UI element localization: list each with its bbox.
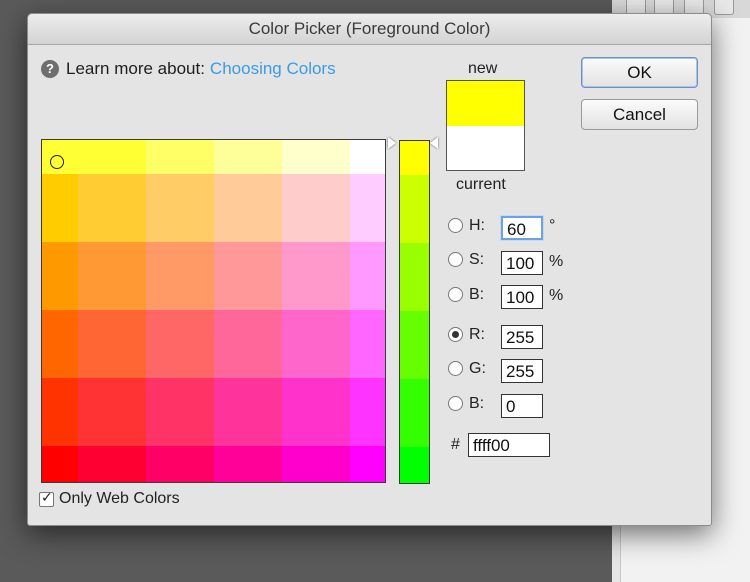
color-swatch[interactable] <box>78 174 146 242</box>
color-swatch[interactable] <box>78 140 146 174</box>
b-unit: % <box>549 287 564 304</box>
hue-strip-segment[interactable] <box>400 243 429 311</box>
color-swatch[interactable] <box>78 378 146 446</box>
hue-slider[interactable] <box>399 140 430 484</box>
s-label: S: <box>469 251 485 268</box>
new-color-swatch <box>447 81 524 126</box>
help-row: ? Learn more about: Choosing Colors <box>41 57 336 81</box>
color-swatch[interactable] <box>146 310 214 378</box>
color-swatch[interactable] <box>42 174 78 242</box>
g-input[interactable]: 255 <box>501 359 543 383</box>
hue-strip-segment[interactable] <box>400 141 429 175</box>
color-swatch[interactable] <box>214 242 282 310</box>
h-input[interactable]: 60 <box>501 216 543 240</box>
r-radio[interactable] <box>448 327 463 342</box>
color-swatch[interactable] <box>146 174 214 242</box>
color-swatch[interactable] <box>214 174 282 242</box>
s-radio[interactable] <box>448 252 463 267</box>
color-swatch[interactable] <box>282 140 350 174</box>
help-prefix: Learn more about: <box>66 59 205 78</box>
color-swatch[interactable] <box>350 174 385 242</box>
blue-label: B: <box>469 395 485 412</box>
color-swatch[interactable] <box>282 174 350 242</box>
color-swatch[interactable] <box>146 446 214 482</box>
blue-radio[interactable] <box>448 396 463 411</box>
field-selection-marker[interactable] <box>50 155 64 169</box>
current-color-swatch[interactable] <box>447 126 524 170</box>
color-swatch[interactable] <box>214 140 282 174</box>
b-label: B: <box>469 286 485 303</box>
color-swatch[interactable] <box>350 140 385 174</box>
color-swatch[interactable] <box>146 242 214 310</box>
color-swatch[interactable] <box>282 242 350 310</box>
help-icon[interactable]: ? <box>41 60 59 78</box>
s-input[interactable]: 100 <box>501 251 543 275</box>
field-slider-handle-left[interactable] <box>388 137 396 149</box>
color-swatch[interactable] <box>78 446 146 482</box>
b-input[interactable]: 100 <box>501 285 543 309</box>
current-label: current <box>456 176 506 193</box>
g-radio[interactable] <box>448 361 463 376</box>
h-label: H: <box>469 217 485 234</box>
hex-label: # <box>451 436 460 453</box>
hex-input[interactable]: ffff00 <box>468 433 550 457</box>
color-swatch[interactable] <box>350 378 385 446</box>
color-swatch[interactable] <box>214 446 282 482</box>
r-label: R: <box>469 326 485 343</box>
ok-button[interactable]: OK <box>581 57 698 88</box>
color-swatch[interactable] <box>282 446 350 482</box>
color-swatch[interactable] <box>42 378 78 446</box>
color-swatch[interactable] <box>214 310 282 378</box>
blue-input[interactable]: 0 <box>501 394 543 418</box>
color-swatch[interactable] <box>146 378 214 446</box>
color-swatch[interactable] <box>78 310 146 378</box>
hue-strip-segment[interactable] <box>400 379 429 447</box>
s-unit: % <box>549 253 564 270</box>
color-swatch[interactable] <box>350 446 385 482</box>
cancel-button[interactable]: Cancel <box>581 99 698 130</box>
color-swatch[interactable] <box>282 378 350 446</box>
b-radio[interactable] <box>448 287 463 302</box>
h-unit: ° <box>549 217 556 234</box>
only-web-colors-checkbox[interactable] <box>39 490 54 507</box>
hue-strip-segment[interactable] <box>400 175 429 243</box>
color-swatch[interactable] <box>350 310 385 378</box>
bg-tool-icon-4 <box>714 0 734 15</box>
color-swatch[interactable] <box>42 242 78 310</box>
color-swatch[interactable] <box>78 242 146 310</box>
new-label: new <box>468 60 498 77</box>
choosing-colors-link[interactable]: Choosing Colors <box>210 59 336 79</box>
color-swatch[interactable] <box>42 310 78 378</box>
g-label: G: <box>469 360 486 377</box>
hue-slider-handle[interactable] <box>430 137 438 149</box>
color-preview <box>446 80 525 171</box>
color-swatch[interactable] <box>42 446 78 482</box>
color-swatch[interactable] <box>146 140 214 174</box>
only-web-colors-label: Only Web Colors <box>59 490 180 507</box>
hue-strip-segment[interactable] <box>400 447 429 483</box>
dialog-title: Color Picker (Foreground Color) <box>28 14 711 45</box>
h-radio[interactable] <box>448 218 463 233</box>
color-picker-dialog: Color Picker (Foreground Color) ? Learn … <box>27 13 712 526</box>
hue-strip-segment[interactable] <box>400 311 429 379</box>
color-swatch[interactable] <box>282 310 350 378</box>
color-swatch[interactable] <box>214 378 282 446</box>
r-input[interactable]: 255 <box>501 325 543 349</box>
color-swatch[interactable] <box>350 242 385 310</box>
color-field[interactable] <box>41 139 386 483</box>
